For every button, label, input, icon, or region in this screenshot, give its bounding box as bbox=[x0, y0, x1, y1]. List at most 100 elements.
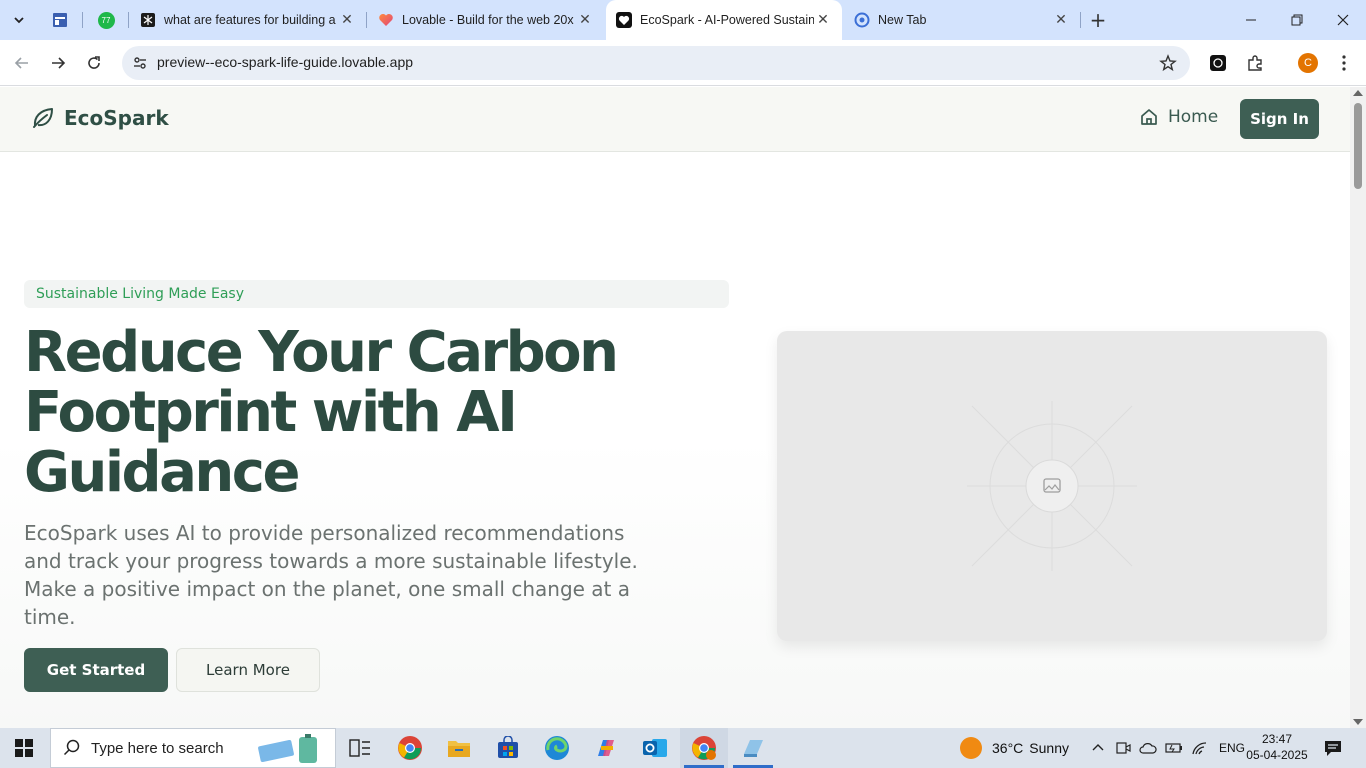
taskbar-microsoft-store[interactable] bbox=[484, 728, 532, 768]
language-indicator[interactable]: ENG bbox=[1219, 741, 1245, 755]
site-settings-icon[interactable] bbox=[128, 51, 152, 75]
close-tab-icon[interactable]: ✕ bbox=[576, 11, 594, 29]
profile-initial: C bbox=[1298, 53, 1318, 73]
notification-icon bbox=[1325, 741, 1341, 756]
site-header: EcoSpark Home Sign In bbox=[0, 87, 1350, 152]
weather-condition: Sunny bbox=[1029, 740, 1069, 756]
reload-button[interactable] bbox=[80, 49, 108, 77]
browser-tab-strip: 77 what are features for building a ✕ Lo… bbox=[0, 0, 1366, 40]
tab-perplexity[interactable]: what are features for building a ✕ bbox=[130, 0, 366, 40]
nav-home-link[interactable]: Home bbox=[1139, 107, 1218, 127]
green-badge-icon: 77 bbox=[97, 11, 115, 29]
close-tab-icon[interactable]: ✕ bbox=[1052, 11, 1070, 29]
page-scrollbar[interactable] bbox=[1350, 87, 1366, 728]
reload-icon bbox=[88, 56, 100, 69]
notifications-button[interactable] bbox=[1310, 728, 1356, 768]
arrow-right-icon bbox=[52, 57, 66, 69]
chevron-up-icon[interactable] bbox=[1091, 741, 1105, 755]
extensions-puzzle-icon[interactable] bbox=[1243, 51, 1267, 75]
calendar-icon bbox=[53, 13, 67, 27]
new-tab-button[interactable]: + bbox=[1086, 8, 1110, 32]
tab-title: what are features for building a bbox=[164, 13, 336, 27]
perplexity-icon bbox=[140, 12, 156, 28]
task-view-button[interactable] bbox=[336, 728, 384, 768]
pinned-tab-badge[interactable]: 77 bbox=[96, 10, 116, 30]
restore-icon bbox=[1291, 14, 1303, 26]
taskbar-outlook[interactable] bbox=[631, 728, 679, 768]
start-button[interactable] bbox=[0, 728, 48, 768]
taskbar-copilot[interactable] bbox=[582, 728, 630, 768]
search-icon bbox=[63, 739, 81, 757]
clock[interactable]: 23:47 05-04-2025 bbox=[1244, 731, 1310, 763]
browser-toolbar: preview--eco-spark-life-guide.lovable.ap… bbox=[0, 40, 1366, 86]
taskbar-file-explorer[interactable] bbox=[435, 728, 483, 768]
heart-icon bbox=[616, 12, 632, 28]
clock-date: 05-04-2025 bbox=[1246, 748, 1308, 762]
tab-lovable[interactable]: Lovable - Build for the web 20x ✕ bbox=[368, 0, 604, 40]
extension-openai-icon[interactable] bbox=[1206, 51, 1230, 75]
taskbar-search-placeholder: Type here to search bbox=[91, 739, 224, 757]
close-icon bbox=[1337, 14, 1349, 26]
chrome-icon bbox=[692, 736, 716, 760]
lovable-heart-icon bbox=[378, 12, 394, 28]
onedrive-icon[interactable] bbox=[1139, 740, 1157, 756]
address-bar[interactable]: preview--eco-spark-life-guide.lovable.ap… bbox=[122, 46, 1190, 80]
tab-new-tab[interactable]: New Tab ✕ bbox=[844, 0, 1080, 40]
copilot-icon bbox=[598, 740, 614, 756]
close-tab-icon[interactable]: ✕ bbox=[814, 11, 832, 29]
tab-ecospark[interactable]: EcoSpark - AI-Powered Sustaina ✕ bbox=[606, 0, 842, 40]
get-started-button[interactable]: Get Started bbox=[24, 648, 168, 692]
url-text: preview--eco-spark-life-guide.lovable.ap… bbox=[157, 54, 414, 70]
meet-now-icon[interactable] bbox=[1115, 740, 1131, 756]
scroll-up-icon[interactable] bbox=[1353, 90, 1363, 96]
leaf-icon bbox=[33, 108, 53, 128]
learn-more-button[interactable]: Learn More bbox=[176, 648, 320, 692]
windows-logo-icon bbox=[15, 739, 33, 757]
battery-icon[interactable] bbox=[1165, 740, 1183, 756]
taskbar-edge[interactable] bbox=[533, 728, 581, 768]
chrome-new-tab-icon bbox=[854, 12, 870, 28]
task-view-icon bbox=[349, 739, 370, 757]
brand-logo[interactable]: EcoSpark bbox=[30, 105, 169, 131]
taskbar-notepad-app[interactable] bbox=[729, 728, 777, 768]
scroll-down-icon[interactable] bbox=[1353, 719, 1363, 725]
weather-widget[interactable]: 36°C Sunny bbox=[960, 728, 1069, 768]
clock-time: 23:47 bbox=[1261, 732, 1293, 746]
tab-title: EcoSpark - AI-Powered Sustaina bbox=[640, 13, 814, 27]
image-placeholder-icon bbox=[967, 401, 1137, 571]
bookmark-star-icon[interactable] bbox=[1158, 53, 1178, 73]
chrome-icon bbox=[398, 736, 422, 760]
minimize-icon bbox=[1246, 19, 1256, 21]
chrome-menu-icon[interactable] bbox=[1332, 51, 1356, 75]
profile-avatar[interactable]: C bbox=[1296, 51, 1320, 75]
taskbar-search-box[interactable]: Type here to search bbox=[50, 728, 336, 768]
hero-image-placeholder bbox=[777, 331, 1327, 641]
tab-search-button[interactable] bbox=[6, 7, 32, 33]
pinned-tab-calendar[interactable] bbox=[50, 10, 70, 30]
back-button[interactable] bbox=[8, 49, 36, 77]
sign-in-button[interactable]: Sign In bbox=[1240, 99, 1319, 139]
hero-description: EcoSpark uses AI to provide personalized… bbox=[24, 521, 638, 629]
taskbar-chrome-active[interactable] bbox=[680, 728, 728, 768]
brand-name: EcoSpark bbox=[64, 106, 169, 130]
weather-temp: 36°C bbox=[992, 740, 1024, 756]
scrollbar-thumb[interactable] bbox=[1354, 103, 1362, 189]
hero-headline: Reduce Your Carbon Footprint with AI Gui… bbox=[24, 320, 619, 505]
minimize-button[interactable] bbox=[1228, 0, 1274, 40]
windows-taskbar: Type here to search 36°C Sunny ENG 23:47… bbox=[0, 728, 1366, 768]
hero-badge: Sustainable Living Made Easy bbox=[24, 280, 729, 308]
sun-icon bbox=[960, 737, 982, 759]
close-tab-icon[interactable]: ✕ bbox=[338, 11, 356, 29]
wifi-icon[interactable] bbox=[1191, 740, 1209, 756]
home-icon bbox=[1141, 109, 1157, 125]
chevron-down-icon bbox=[14, 17, 24, 24]
restore-button[interactable] bbox=[1274, 0, 1320, 40]
tray-icons: ENG bbox=[1091, 728, 1245, 768]
close-window-button[interactable] bbox=[1320, 0, 1366, 40]
store-icon bbox=[498, 736, 518, 758]
travel-search-highlight-icon bbox=[258, 734, 317, 763]
forward-button[interactable] bbox=[44, 49, 72, 77]
taskbar-chrome-profile[interactable] bbox=[386, 728, 434, 768]
outlook-icon bbox=[643, 739, 667, 757]
tab-title: Lovable - Build for the web 20x bbox=[402, 13, 574, 27]
